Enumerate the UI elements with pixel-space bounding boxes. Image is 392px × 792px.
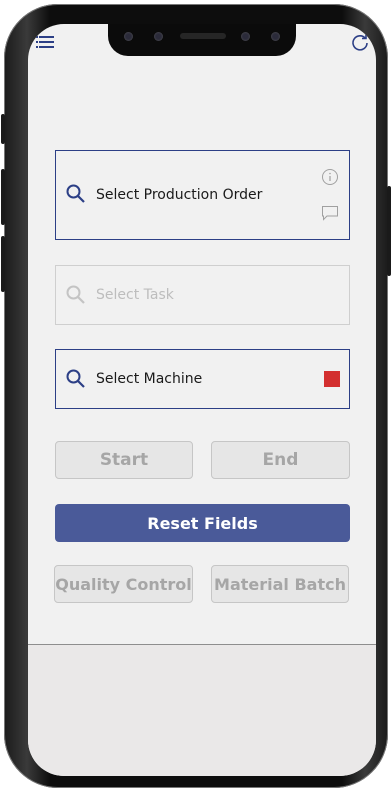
hamburger-menu-icon[interactable] (36, 34, 54, 48)
search-icon (66, 285, 85, 304)
side-button-left-3 (1, 236, 5, 292)
production-order-label: Select Production Order (96, 187, 263, 203)
reset-fields-button[interactable]: Reset Fields (55, 504, 350, 542)
front-camera-dot (271, 32, 280, 41)
sensor-dot (124, 32, 133, 41)
side-button-left-2 (1, 169, 5, 225)
search-icon (66, 184, 85, 203)
end-button[interactable]: End (211, 441, 350, 479)
bottom-panel (28, 644, 376, 776)
phone-frame: Select Production Order Select Task Sele… (1, 4, 391, 788)
comment-icon[interactable] (321, 205, 339, 221)
machine-status-indicator (324, 371, 340, 387)
app-screen: Select Production Order Select Task Sele… (28, 24, 376, 776)
search-icon (66, 369, 85, 388)
production-order-field[interactable]: Select Production Order (55, 150, 350, 240)
task-label: Select Task (96, 287, 174, 303)
refresh-icon[interactable] (350, 32, 370, 52)
side-button-right (387, 186, 391, 276)
task-field[interactable]: Select Task (55, 265, 350, 325)
info-icon[interactable] (321, 168, 339, 186)
quality-control-button[interactable]: Quality Control (54, 565, 193, 603)
machine-field[interactable]: Select Machine (55, 349, 350, 409)
speaker-grille (180, 33, 226, 39)
sensor-dot (241, 32, 250, 41)
start-button[interactable]: Start (55, 441, 193, 479)
device-notch (108, 24, 296, 56)
side-button-left-1 (1, 114, 5, 144)
material-batch-button[interactable]: Material Batch (211, 565, 349, 603)
machine-label: Select Machine (96, 371, 203, 387)
camera-dot (154, 32, 163, 41)
